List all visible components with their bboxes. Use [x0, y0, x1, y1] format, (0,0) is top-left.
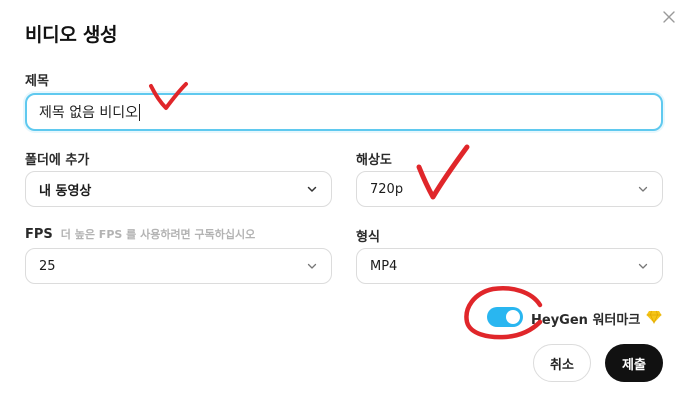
resolution-select-value: 720p: [370, 181, 404, 197]
diamond-icon: [646, 310, 662, 324]
close-button[interactable]: [658, 6, 680, 28]
resolution-label: 해상도: [356, 153, 392, 168]
folder-select[interactable]: 내 동영상: [25, 171, 332, 207]
fps-label-text: FPS: [25, 227, 53, 242]
watermark-label: HeyGen 워터마크: [531, 313, 641, 328]
chevron-down-icon: [638, 186, 648, 192]
chevron-down-icon: [307, 263, 317, 269]
text-caret: [139, 103, 141, 121]
fps-label: FPS 더 높은 FPS 를 사용하려면 구독하십시오: [25, 226, 255, 242]
dialog-title: 비디오 생성: [25, 24, 118, 46]
create-video-dialog: 비디오 생성 제목 제목 없음 비디오 폴더에 추가 내 동영상 해상도 720…: [0, 0, 688, 407]
watermark-toggle[interactable]: [487, 307, 523, 327]
title-input-value: 제목 없음 비디오: [39, 105, 139, 121]
chevron-down-icon: [307, 186, 317, 192]
folder-label: 폴더에 추가: [25, 153, 90, 168]
format-label: 형식: [356, 230, 380, 245]
folder-select-value: 내 동영상: [39, 183, 92, 199]
fps-select-value: 25: [39, 258, 56, 274]
close-icon: [663, 11, 675, 23]
resolution-select[interactable]: 720p: [356, 171, 663, 207]
title-label: 제목: [25, 74, 49, 89]
fps-select[interactable]: 25: [25, 248, 332, 284]
submit-button[interactable]: 제출: [605, 344, 663, 382]
cancel-button[interactable]: 취소: [533, 344, 591, 382]
title-input[interactable]: 제목 없음 비디오: [25, 93, 663, 131]
fps-upgrade-hint: 더 높은 FPS 를 사용하려면 구독하십시오: [60, 228, 256, 241]
toggle-knob: [506, 310, 520, 324]
format-select-value: MP4: [370, 258, 398, 274]
chevron-down-icon: [638, 263, 648, 269]
format-select[interactable]: MP4: [356, 248, 663, 284]
